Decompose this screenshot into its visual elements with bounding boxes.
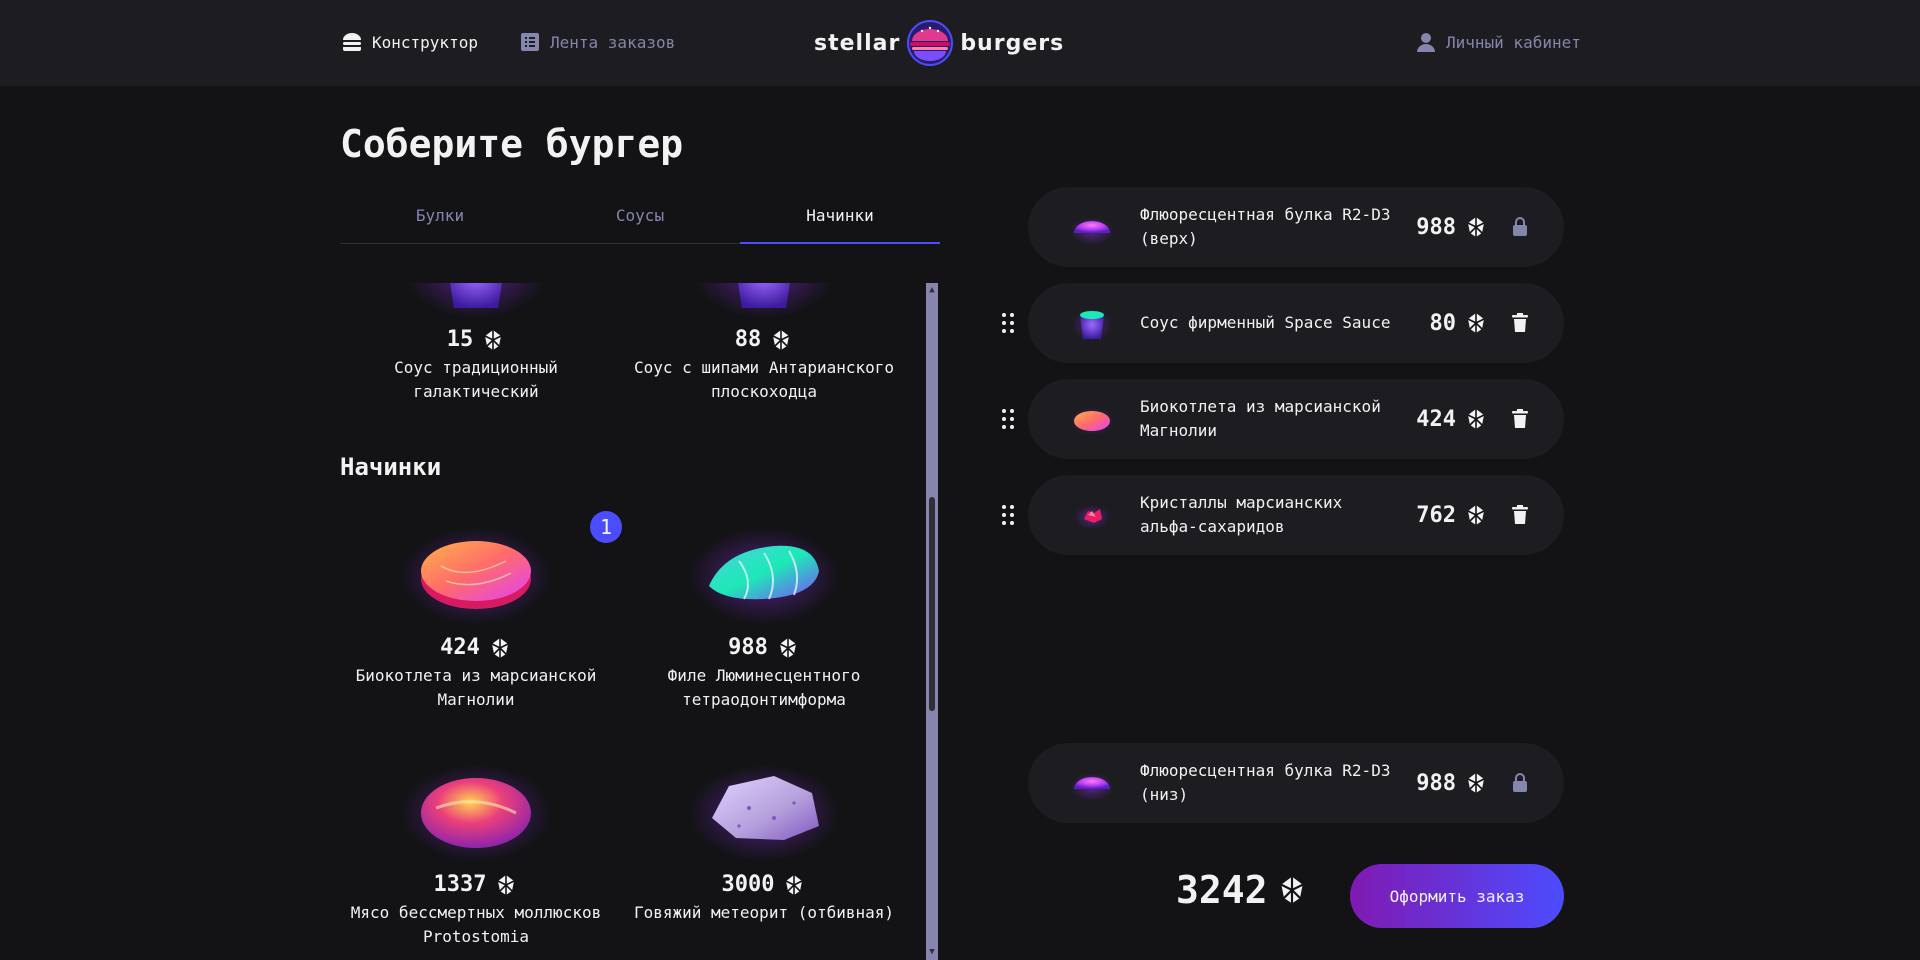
ingredient-image <box>356 511 596 631</box>
nav-feed-label: Лента заказов <box>550 32 676 52</box>
ingredient-card[interactable]: 3000 Говяжий метеорит (отбивная) <box>628 748 900 925</box>
drag-handle-icon[interactable] <box>998 407 1018 431</box>
ingredient-thumbnail <box>1074 505 1110 529</box>
ingredient-price: 3000 <box>628 872 900 897</box>
nav-profile-link[interactable]: Личный кабинет <box>1414 28 1581 56</box>
nav-constructor-link[interactable]: Конструктор <box>340 28 478 56</box>
ingredients-list[interactable]: 15 Соус традиционный галактический 88 Со… <box>340 283 940 960</box>
constructor-item[interactable]: Биокотлета из марсианской Магнолии 424 <box>1028 379 1564 459</box>
constructor-item-price: 988 <box>1416 215 1488 240</box>
user-icon <box>1414 30 1438 54</box>
currency-icon <box>1464 771 1488 795</box>
nav-profile-label: Личный кабинет <box>1446 32 1581 52</box>
constructor-item-name: Флюоресцентная булка R2-D3 (низ) <box>1140 761 1391 804</box>
ingredient-card[interactable]: 424 Биокотлета из марсианской Магнолии <box>340 511 612 712</box>
ingredient-card[interactable]: 88 Соус с шипами Антарианского плоскоход… <box>628 283 900 404</box>
constructor-bun-top[interactable]: Флюоресцентная булка R2-D3 (верх) 988 <box>1028 187 1564 267</box>
currency-icon <box>782 873 806 897</box>
ingredient-name: Соус традиционный галактический <box>394 358 558 401</box>
ingredient-thumbnail <box>1072 309 1112 341</box>
tab-fillings[interactable]: Начинки <box>740 198 940 244</box>
ingredient-name: Биокотлета из марсианской Магнолии <box>355 666 597 709</box>
trash-icon[interactable] <box>1508 311 1532 335</box>
nav-constructor-label: Конструктор <box>372 32 478 52</box>
ingredient-image <box>644 748 884 868</box>
currency-icon <box>488 636 512 660</box>
order-total-value: 3242 <box>1176 868 1268 912</box>
ingredient-price: 424 <box>340 635 612 660</box>
drag-handle-icon[interactable] <box>998 311 1018 335</box>
lock-icon <box>1508 771 1532 795</box>
lock-icon <box>1508 215 1532 239</box>
ingredient-thumbnail <box>1070 217 1114 245</box>
currency-icon <box>1464 215 1488 239</box>
currency-icon <box>481 328 505 352</box>
app-header: Конструктор Лента заказов stellar burger… <box>0 0 1920 86</box>
ingredient-image <box>356 748 596 868</box>
page-title: Соберите бургер <box>340 122 684 166</box>
logo-text-right: burgers <box>960 30 1065 56</box>
currency-icon <box>1464 407 1488 431</box>
drag-handle-icon[interactable] <box>998 503 1018 527</box>
ingredient-name: Соус с шипами Антарианского плоскоходца <box>633 358 895 401</box>
constructor-item-price: 988 <box>1416 771 1488 796</box>
section-title-fillings: Начинки <box>340 453 442 481</box>
constructor-item-name: Кристаллы марсианских альфа-сахаридов <box>1140 493 1343 536</box>
currency-icon <box>1276 874 1308 906</box>
constructor-item-name: Соус фирменный Space Sauce <box>1140 313 1391 332</box>
trash-icon[interactable] <box>1508 503 1532 527</box>
tab-sauces[interactable]: Соусы <box>540 198 740 243</box>
logo[interactable]: stellar burgers <box>814 18 1064 68</box>
constructor-item-price: 424 <box>1416 407 1488 432</box>
burger-icon <box>340 30 364 54</box>
ingredient-thumbnail <box>1070 773 1114 801</box>
scrollbar-thumb[interactable] <box>929 497 935 711</box>
ingredient-card[interactable]: 15 Соус традиционный галактический <box>340 283 612 404</box>
place-order-button[interactable]: Оформить заказ <box>1350 864 1564 928</box>
ingredient-thumbnail <box>1070 407 1114 435</box>
ingredient-price: 1337 <box>340 872 612 897</box>
constructor-item-name: Биокотлета из марсианской Магнолии <box>1140 397 1381 440</box>
currency-icon <box>1464 503 1488 527</box>
constructor-item[interactable]: Кристаллы марсианских альфа-сахаридов 76… <box>1028 475 1564 555</box>
ingredient-price: 15 <box>340 327 612 352</box>
ingredient-card[interactable]: 988 Филе Люминесцентного тетраодонтимфор… <box>628 511 900 712</box>
ingredient-image <box>644 283 884 323</box>
ingredient-price: 88 <box>628 327 900 352</box>
order-total: 3242 <box>1176 868 1308 912</box>
ingredient-price: 988 <box>628 635 900 660</box>
ingredient-card[interactable]: 1337 Мясо бессмертных моллюсков Protosto… <box>340 748 612 949</box>
scroll-down-arrow-icon[interactable]: ▼ <box>926 946 938 958</box>
burger-planet-icon <box>907 20 954 66</box>
logo-text-left: stellar <box>814 30 901 56</box>
currency-icon <box>494 873 518 897</box>
ingredient-count-badge: 1 <box>590 511 622 543</box>
trash-icon[interactable] <box>1508 407 1532 431</box>
currency-icon <box>776 636 800 660</box>
ingredient-name: Говяжий метеорит (отбивная) <box>633 903 895 922</box>
nav-feed-link[interactable]: Лента заказов <box>518 28 675 56</box>
ingredient-tabs: Булки Соусы Начинки <box>340 198 940 244</box>
scroll-up-arrow-icon[interactable]: ▲ <box>926 284 938 296</box>
currency-icon <box>769 328 793 352</box>
ingredient-name: Мясо бессмертных моллюсков Protostomia <box>350 903 602 946</box>
constructor-item[interactable]: Соус фирменный Space Sauce 80 <box>1028 283 1564 363</box>
ingredient-image <box>644 511 884 631</box>
constructor-item-price: 762 <box>1416 503 1488 528</box>
currency-icon <box>1464 311 1488 335</box>
list-icon <box>518 30 542 54</box>
ingredient-image <box>356 283 596 323</box>
tab-buns[interactable]: Булки <box>340 198 540 243</box>
constructor-item-name: Флюоресцентная булка R2-D3 (верх) <box>1140 205 1391 248</box>
constructor-item-price: 80 <box>1430 311 1489 336</box>
constructor-bun-bottom[interactable]: Флюоресцентная булка R2-D3 (низ) 988 <box>1028 743 1564 823</box>
ingredient-name: Филе Люминесцентного тетраодонтимформа <box>667 666 861 709</box>
